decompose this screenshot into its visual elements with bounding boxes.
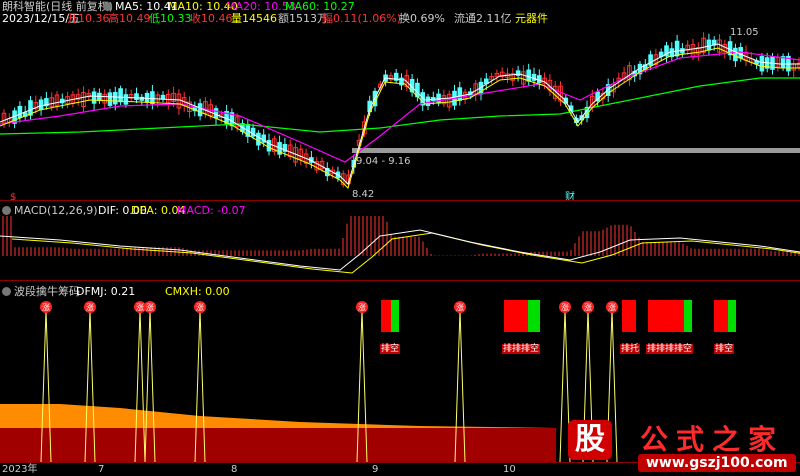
event-flag-s[interactable]: $ — [10, 191, 16, 204]
signal-tag: 排托 — [620, 344, 641, 354]
signal-block-red — [622, 300, 636, 332]
ma20-line — [0, 51, 800, 163]
signal-marker-label: 涨 — [196, 302, 204, 312]
dif-line — [0, 229, 800, 271]
peak-label: 11.05 — [730, 27, 759, 38]
x-axis-label: 9 — [372, 464, 379, 475]
x-axis-label: 7 — [98, 464, 105, 475]
watermark-name: 公式之家 — [640, 423, 785, 456]
signal-block-green — [728, 300, 736, 332]
chip-area-upper — [0, 404, 556, 428]
signal-block-green — [684, 300, 692, 332]
candle-body — [266, 139, 272, 152]
dea-line — [11, 232, 800, 274]
candle-body — [759, 56, 765, 72]
signal-block-green — [528, 300, 540, 332]
price-chart[interactable] — [0, 24, 800, 200]
signal-marker-label: 涨 — [456, 302, 464, 312]
candle-body — [213, 108, 219, 119]
signal-marker-label: 涨 — [584, 302, 592, 312]
watermark-logo: 股 — [568, 420, 612, 460]
macd-chart[interactable] — [0, 216, 800, 280]
event-flag-cai[interactable]: 财 — [565, 191, 575, 204]
signal-block-green — [391, 300, 399, 332]
signal-tag: 排空 — [380, 344, 401, 354]
candle-body — [113, 91, 118, 105]
signal-block-red — [381, 300, 391, 332]
candle-body — [706, 39, 712, 51]
x-axis-label: 10 — [503, 464, 516, 475]
settings-icon[interactable] — [2, 287, 11, 296]
signal-block-red — [504, 300, 528, 332]
candle-body — [118, 88, 123, 103]
candle-body — [531, 73, 537, 81]
signal-block-red — [648, 300, 684, 332]
range-label: 9.04 - 9.16 — [356, 156, 411, 167]
candle-body — [674, 40, 680, 57]
candle-body — [134, 93, 139, 101]
signal-tag: 排排排空 — [502, 344, 541, 354]
candle-body — [648, 54, 653, 66]
x-axis-label: 2023年 — [2, 464, 38, 475]
site-watermark: 股 公式之家 www.gszj100.com — [560, 416, 800, 476]
range-band — [352, 148, 800, 153]
candle-body — [91, 91, 97, 104]
x-axis-label: 8 — [231, 464, 238, 475]
signal-tag: 排空 — [714, 344, 735, 354]
candle-body — [17, 105, 23, 119]
candle-body — [526, 69, 532, 82]
candle-body — [457, 87, 463, 101]
watermark-url: www.gszj100.com — [638, 454, 796, 472]
candle-body — [150, 91, 155, 105]
signal-marker-label: 涨 — [608, 302, 616, 312]
candle-body — [537, 75, 542, 83]
pane-divider[interactable] — [0, 280, 800, 281]
candle-body — [733, 47, 738, 62]
candle-body — [123, 94, 129, 105]
signal-tag: 排排排排空 — [646, 344, 694, 354]
candle-body — [107, 92, 113, 106]
settings-icon[interactable] — [103, 2, 112, 11]
signal-marker-label: 涨 — [561, 302, 569, 312]
pane-divider[interactable] — [0, 200, 800, 201]
signal-marker-label: 涨 — [146, 302, 154, 312]
signal-marker-label: 涨 — [42, 302, 50, 312]
chip-area-lower — [0, 428, 556, 462]
signal-marker-label: 涨 — [358, 302, 366, 312]
settings-icon[interactable] — [2, 206, 11, 215]
signal-marker-label: 涨 — [136, 302, 144, 312]
candle-body — [197, 103, 203, 117]
candle-body — [256, 132, 261, 146]
candle-body — [38, 99, 44, 111]
signal-block-red — [714, 300, 728, 332]
signal-marker-label: 涨 — [86, 302, 94, 312]
